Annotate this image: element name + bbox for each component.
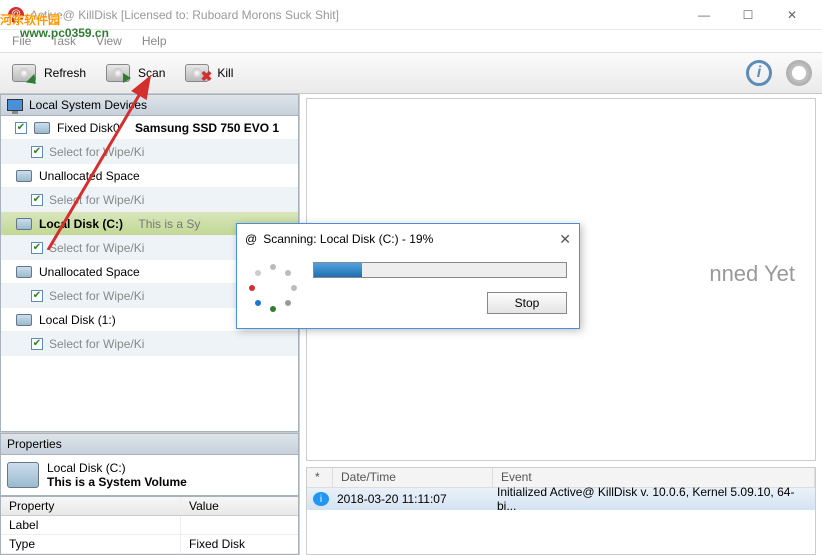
dialog-titlebar: @ Scanning: Local Disk (C:) - 19% ✕	[237, 224, 579, 254]
properties-header: Properties	[0, 433, 299, 455]
toolbar: Refresh Scan ✖ Kill i	[0, 52, 822, 94]
volume-desc: This is a System Volume	[47, 475, 187, 489]
checkbox-icon[interactable]: ✔	[31, 194, 43, 206]
properties-table: PropertyValue Label TypeFixed Disk	[0, 496, 299, 555]
menu-file[interactable]: File	[12, 34, 31, 48]
scanning-dialog: @ Scanning: Local Disk (C:) - 19% ✕ Stop	[236, 223, 580, 329]
disk-icon	[33, 120, 51, 136]
scan-label: Scan	[138, 66, 165, 80]
kill-button[interactable]: ✖ Kill	[183, 59, 233, 87]
devices-header-label: Local System Devices	[29, 98, 147, 112]
stop-button[interactable]: Stop	[487, 292, 567, 314]
menu-help[interactable]: Help	[142, 34, 167, 48]
menu-view[interactable]: View	[96, 34, 122, 48]
tree-wipe-1[interactable]: ✔Select for Wipe/Ki	[1, 188, 298, 212]
log-area: * Date/Time Event i 2018-03-20 11:11:07 …	[306, 467, 816, 555]
disk-icon	[15, 312, 33, 328]
checkbox-icon[interactable]: ✔	[31, 242, 43, 254]
kill-icon: ✖	[183, 59, 211, 87]
disk-icon	[15, 216, 33, 232]
monitor-icon	[7, 99, 23, 111]
minimize-button[interactable]: —	[682, 1, 726, 29]
tree-wipe-4[interactable]: ✔Select for Wipe/Ki	[1, 332, 298, 356]
volume-icon	[7, 462, 39, 488]
progress-bar	[313, 262, 567, 278]
col-value: Value	[181, 497, 298, 515]
not-scanned-text: nned Yet	[709, 261, 795, 287]
tree-label: Fixed Disk0	[57, 121, 120, 135]
tree-wipe-0[interactable]: ✔Select for Wipe/Ki	[1, 140, 298, 164]
menu-task[interactable]: Task	[51, 34, 76, 48]
scan-icon	[104, 59, 132, 87]
devices-header: Local System Devices	[0, 94, 299, 116]
maximize-button[interactable]: ☐	[726, 1, 770, 29]
tree-label-bold: Samsung SSD 750 EVO 1	[135, 121, 279, 135]
log-col-star[interactable]: *	[307, 468, 333, 487]
log-col-datetime[interactable]: Date/Time	[333, 468, 493, 487]
close-button[interactable]: ✕	[770, 1, 814, 29]
dialog-title: Scanning: Local Disk (C:) - 19%	[263, 232, 433, 246]
disk-icon	[15, 168, 33, 184]
checkbox-icon[interactable]: ✔	[31, 146, 43, 158]
progress-fill	[314, 263, 362, 277]
app-icon: @	[8, 7, 24, 23]
scan-button[interactable]: Scan	[104, 59, 165, 87]
prop-row-type: TypeFixed Disk	[1, 535, 298, 554]
tree-unalloc-1[interactable]: Unallocated Space	[1, 164, 298, 188]
info-badge-icon: i	[313, 492, 329, 506]
log-event: Initialized Active@ KillDisk v. 10.0.6, …	[489, 483, 815, 515]
checkbox-icon[interactable]: ✔	[15, 122, 27, 134]
refresh-button[interactable]: Refresh	[10, 59, 86, 87]
kill-label: Kill	[217, 66, 233, 80]
properties-body: Local Disk (C:) This is a System Volume	[0, 455, 299, 496]
window-title: Active@ KillDisk [Licensed to: Ruboard M…	[30, 8, 682, 22]
menubar: File Task View Help	[0, 30, 822, 52]
info-icon[interactable]: i	[746, 60, 772, 86]
tree-fixed-disk0[interactable]: ✔ Fixed Disk0 Samsung SSD 750 EVO 1	[1, 116, 298, 140]
volume-name: Local Disk (C:)	[47, 461, 187, 475]
refresh-label: Refresh	[44, 66, 86, 80]
log-datetime: 2018-03-20 11:11:07	[329, 490, 489, 508]
spinner-icon	[249, 264, 297, 312]
prop-row-label: Label	[1, 516, 298, 535]
properties-header-label: Properties	[7, 437, 62, 451]
gear-icon[interactable]	[786, 60, 812, 86]
log-row[interactable]: i 2018-03-20 11:11:07 Initialized Active…	[307, 488, 815, 510]
titlebar: @ Active@ KillDisk [Licensed to: Ruboard…	[0, 0, 822, 30]
disk-icon	[15, 264, 33, 280]
checkbox-icon[interactable]: ✔	[31, 338, 43, 350]
checkbox-icon[interactable]: ✔	[31, 290, 43, 302]
col-property: Property	[1, 497, 181, 515]
refresh-icon	[10, 59, 38, 87]
dialog-app-icon: @	[245, 232, 257, 246]
dialog-close-icon[interactable]: ✕	[559, 231, 571, 248]
